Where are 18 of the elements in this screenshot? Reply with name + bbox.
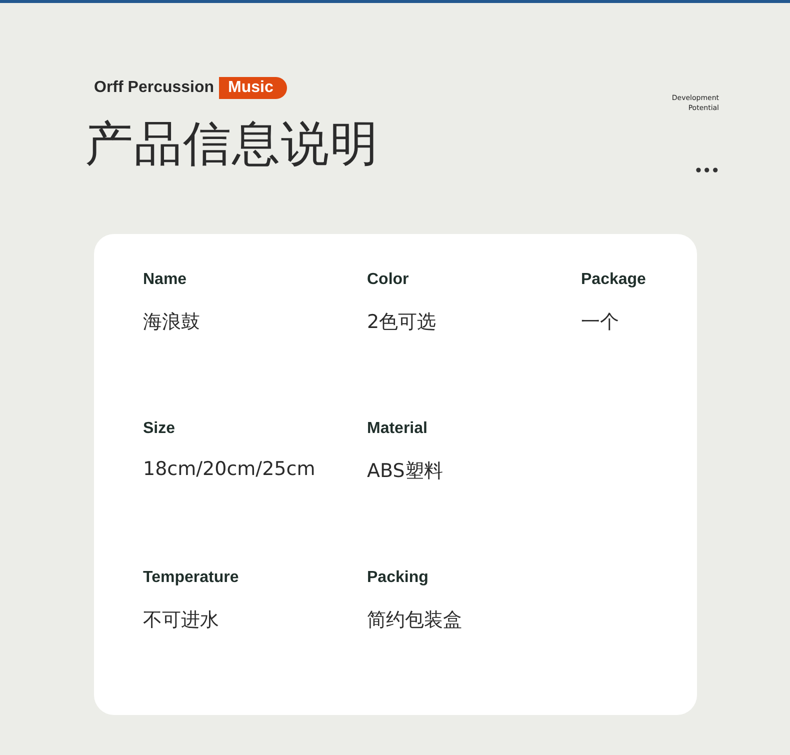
spec-label: Size <box>143 420 176 438</box>
spec-value: 一个 <box>581 310 620 335</box>
spec-value: 海浪鼓 <box>143 310 201 335</box>
category-tag: Music <box>219 77 288 99</box>
more-dots: ••• <box>694 161 719 180</box>
spec-value: 不可进水 <box>143 608 220 633</box>
spec-value: 2色可选 <box>367 310 438 335</box>
spec-label: Package <box>581 271 647 289</box>
spec-label: Packing <box>367 569 430 587</box>
page-title: 产品信息说明 <box>85 115 379 173</box>
brand-name: Orff Percussion <box>94 79 214 97</box>
spec-label: Name <box>143 271 188 289</box>
spec-value: ABS塑料 <box>367 459 444 484</box>
spec-label: Color <box>367 271 410 289</box>
spec-value: 简约包装盒 <box>367 608 463 633</box>
spec-label: Temperature <box>143 569 240 587</box>
spec-value: 18cm/20cm/25cm <box>143 458 316 480</box>
spec-label: Material <box>367 420 428 438</box>
